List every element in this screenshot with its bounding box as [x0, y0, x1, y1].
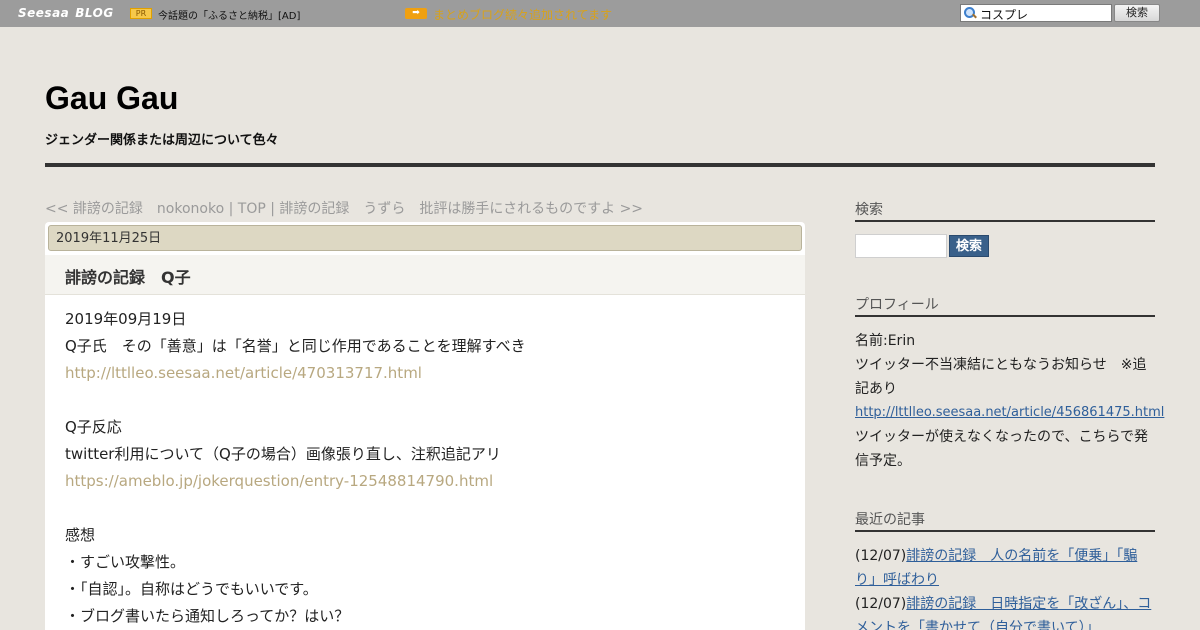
article-title[interactable]: 誹謗の記録 Q子 [65, 264, 191, 288]
profile-link[interactable]: http://lttlleo.seesaa.net/article/456861… [855, 401, 1164, 425]
article-line: ・「自認」。自称はどうでもいいです。 [65, 580, 318, 598]
site-description: ジェンダー関係または周辺について色々 [45, 133, 279, 148]
article-line [65, 495, 785, 522]
article-line: ・すごい攻撃性。 [65, 553, 186, 571]
top-search-button[interactable]: 検索 [1114, 4, 1160, 22]
article-line: 感想 [65, 526, 96, 544]
arrow-right-icon: ➡ [405, 8, 427, 19]
recent-list: (12/07)誹謗の記録 人の名前を「便乗」「騙り」呼ばわり (12/07)誹謗… [855, 544, 1155, 630]
recent-item: (12/07)誹謗の記録 人の名前を「便乗」「騙り」呼ばわり [855, 544, 1155, 592]
logo-suffix: BLOG [75, 6, 114, 20]
sidebar-recent: 最近の記事 (12/07)誹謗の記録 人の名前を「便乗」「騙り」呼ばわり (12… [855, 510, 1155, 630]
pr-link[interactable]: 今話題の「ふるさと納税」[AD] [158, 7, 300, 22]
top-link[interactable]: TOP [238, 201, 266, 217]
logo-text: Seesaa [18, 6, 70, 20]
sidebar-search: 検索 検索 [855, 200, 1155, 258]
header-divider [45, 163, 1155, 167]
top-search-value: コスプレ [980, 8, 1029, 22]
sidebar-profile: プロフィール 名前:Erin ツイッター不当凍結にともなうお知らせ ※追記あり … [855, 295, 1164, 473]
top-bar: Seesaa BLOG PR 今話題の「ふるさと納税」[AD] ➡ まとめブログ続… [0, 0, 1200, 27]
prev-article-link[interactable]: << 誹謗の記録 nokonoko [45, 201, 224, 217]
site-title[interactable]: Gau Gau [45, 80, 178, 117]
sidebar-search-input[interactable] [855, 234, 947, 258]
recent-date: (12/07) [855, 548, 907, 564]
notice-link[interactable]: まとめブログ続々追加されてます [433, 6, 612, 23]
article-body: 2019年09月19日 Q子氏 その「善意」は「名誉」と同じ作用であることを理解す… [65, 306, 785, 630]
top-search-input[interactable]: コスプレ [960, 4, 1112, 22]
article-line: Q子反応 [65, 418, 122, 436]
next-article-link[interactable]: 誹謗の記録 うずら 批評は勝手にされるものですよ >> [279, 201, 643, 217]
article-line: twitter利用について（Q子の場合）画像張り直し、注釈追記アリ [65, 445, 501, 463]
profile-body: 名前:Erin ツイッター不当凍結にともなうお知らせ ※追記あり http://… [855, 329, 1164, 473]
article-nav: << 誹謗の記録 nokonoko | TOP | 誹謗の記録 うずら 批評は勝… [45, 198, 643, 218]
recent-heading: 最近の記事 [855, 510, 1155, 532]
seesaa-logo[interactable]: Seesaa BLOG [18, 6, 114, 20]
profile-text: ツイッター不当凍結にともなうお知らせ ※追記あり [855, 357, 1147, 397]
article-line: Q子氏 その「善意」は「名誉」と同じ作用であることを理解すべき [65, 337, 526, 355]
article-line: 2019年09月19日 [65, 310, 187, 328]
profile-heading: プロフィール [855, 295, 1155, 317]
nav-separator: | [224, 201, 238, 217]
recent-item: (12/07)誹謗の記録 日時指定を「改ざん」、コメントを「書かせて（自分で書い… [855, 592, 1155, 630]
profile-text: ツイッターが使えなくなったので、こちらで発信予定。 [855, 429, 1149, 469]
article: 2019年11月25日 誹謗の記録 Q子 2019年09月19日 Q子氏 その「善… [45, 222, 805, 630]
recent-date: (12/07) [855, 596, 907, 612]
article-link[interactable]: https://ameblo.jp/jokerquestion/entry-12… [65, 468, 785, 495]
sidebar-search-button[interactable]: 検索 [949, 235, 989, 257]
article-line [65, 387, 785, 414]
sidebar-search-heading: 検索 [855, 200, 1155, 222]
nav-separator: | [265, 201, 280, 217]
article-line: ・ブログ書いたら通知しろってか？はい？ [65, 607, 350, 625]
pr-badge: PR [130, 8, 152, 19]
article-title-box: 誹謗の記録 Q子 [45, 255, 805, 295]
search-icon [963, 6, 977, 20]
article-date: 2019年11月25日 [48, 225, 802, 251]
article-link[interactable]: http://lttlleo.seesaa.net/article/470313… [65, 360, 785, 387]
profile-name: 名前:Erin [855, 333, 916, 349]
